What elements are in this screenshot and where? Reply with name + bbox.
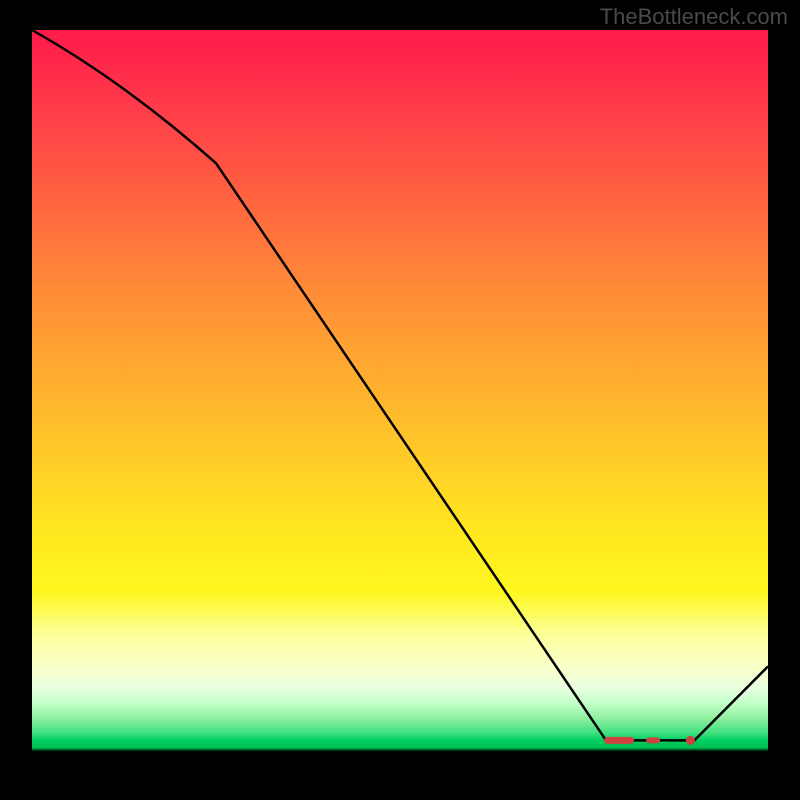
watermark-text: TheBottleneck.com (600, 4, 788, 30)
chart-line (32, 30, 768, 740)
chart-line-layer (32, 30, 768, 770)
flat-segment-marker (686, 736, 695, 745)
flat-segment-marker (604, 737, 634, 744)
flat-segment-marker (646, 737, 660, 743)
